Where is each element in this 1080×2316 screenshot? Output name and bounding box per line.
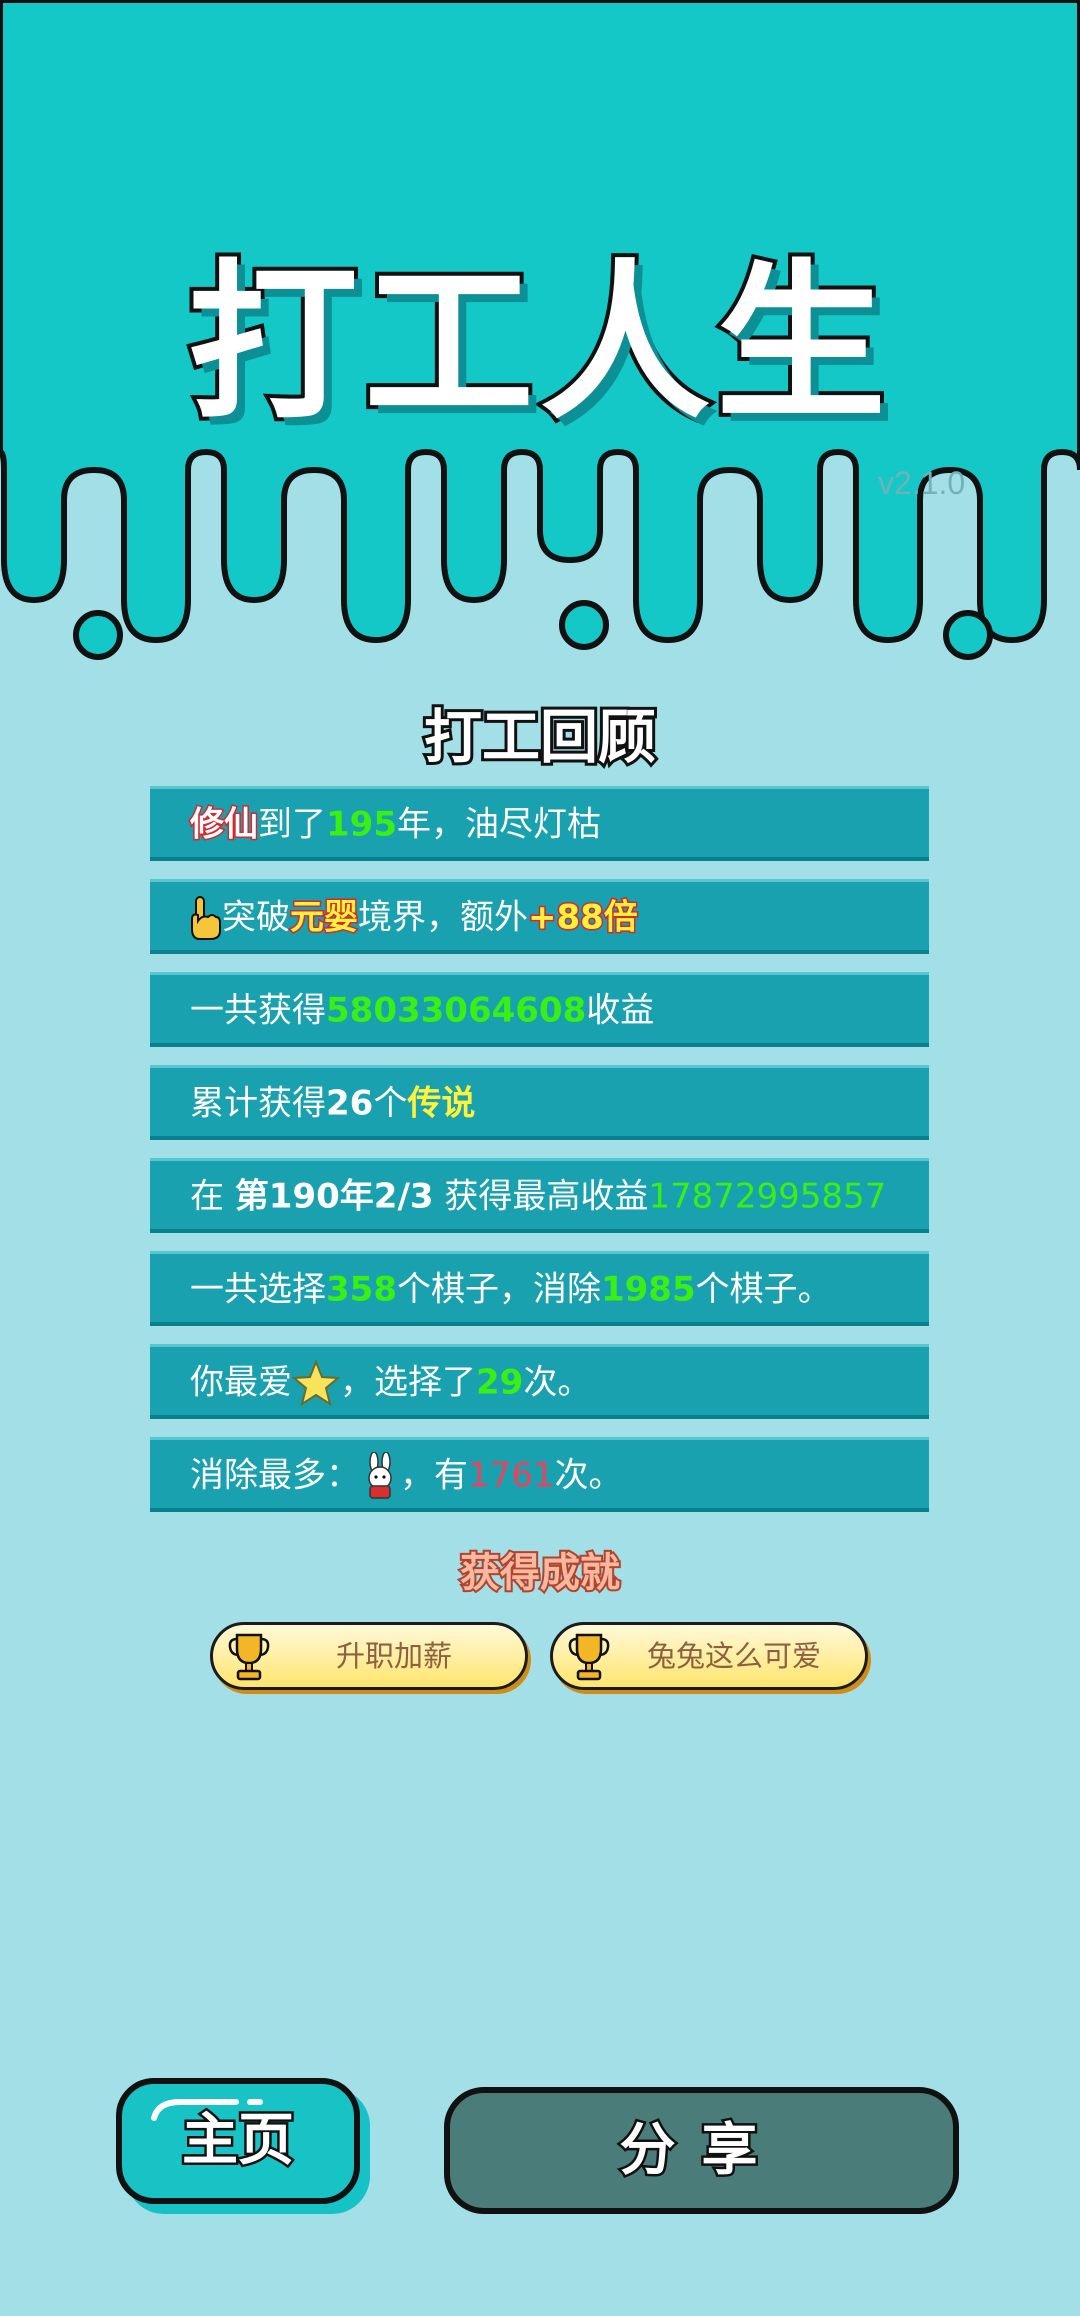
- review-row-pieces: 一共选择358个棋子，消除1985个棋子。: [150, 1251, 929, 1326]
- review-list: 修仙到了195年，油尽灯枯 突破元婴境界，额外+88倍 一共获得58033064…: [150, 786, 929, 1530]
- bonus-multiplier: +88倍: [527, 896, 640, 939]
- version-label: v2.1.0: [878, 465, 966, 501]
- pointing-hand-icon: [191, 895, 221, 940]
- trophy-icon: [228, 1633, 270, 1681]
- row-tag: 修仙: [189, 803, 260, 846]
- home-button-label: 主页: [180, 2106, 297, 2176]
- achievement-badge-cute-rabbit[interactable]: 兔兔这么可爱: [550, 1622, 868, 1690]
- achievement-label: 兔兔这么可爱: [646, 1639, 821, 1673]
- star-icon: [291, 1358, 341, 1406]
- share-button[interactable]: 分享: [444, 2087, 959, 2214]
- achievements-title: 获得成就: [458, 1548, 622, 1598]
- rabbit-icon: [368, 1450, 392, 1499]
- achievement-label: 升职加薪: [335, 1639, 452, 1673]
- trophy-icon: [568, 1633, 610, 1681]
- review-row-max-income: 在 第190年2/3 获得最高收益17872995857: [150, 1158, 929, 1233]
- review-title: 打工回顾: [421, 700, 659, 774]
- game-title: 打工人生: [184, 241, 892, 447]
- share-button-label: 分享: [617, 2116, 784, 2186]
- review-row-favorite: 你最爱 ，选择了29次。: [150, 1344, 929, 1419]
- review-row-legends: 累计获得26个传说: [150, 1065, 929, 1140]
- achievement-badge-promotion[interactable]: 升职加薪: [210, 1622, 528, 1690]
- home-button[interactable]: 主页: [116, 2078, 360, 2204]
- review-row-most-eliminated: 消除最多： ，有1761次。: [150, 1437, 929, 1512]
- review-row-breakthrough: 突破元婴境界，额外+88倍: [150, 879, 929, 954]
- review-row-age: 修仙到了195年，油尽灯枯: [150, 786, 929, 861]
- review-row-total-income: 一共获得58033064608收益: [150, 972, 929, 1047]
- realm-tag: 元婴: [289, 896, 360, 939]
